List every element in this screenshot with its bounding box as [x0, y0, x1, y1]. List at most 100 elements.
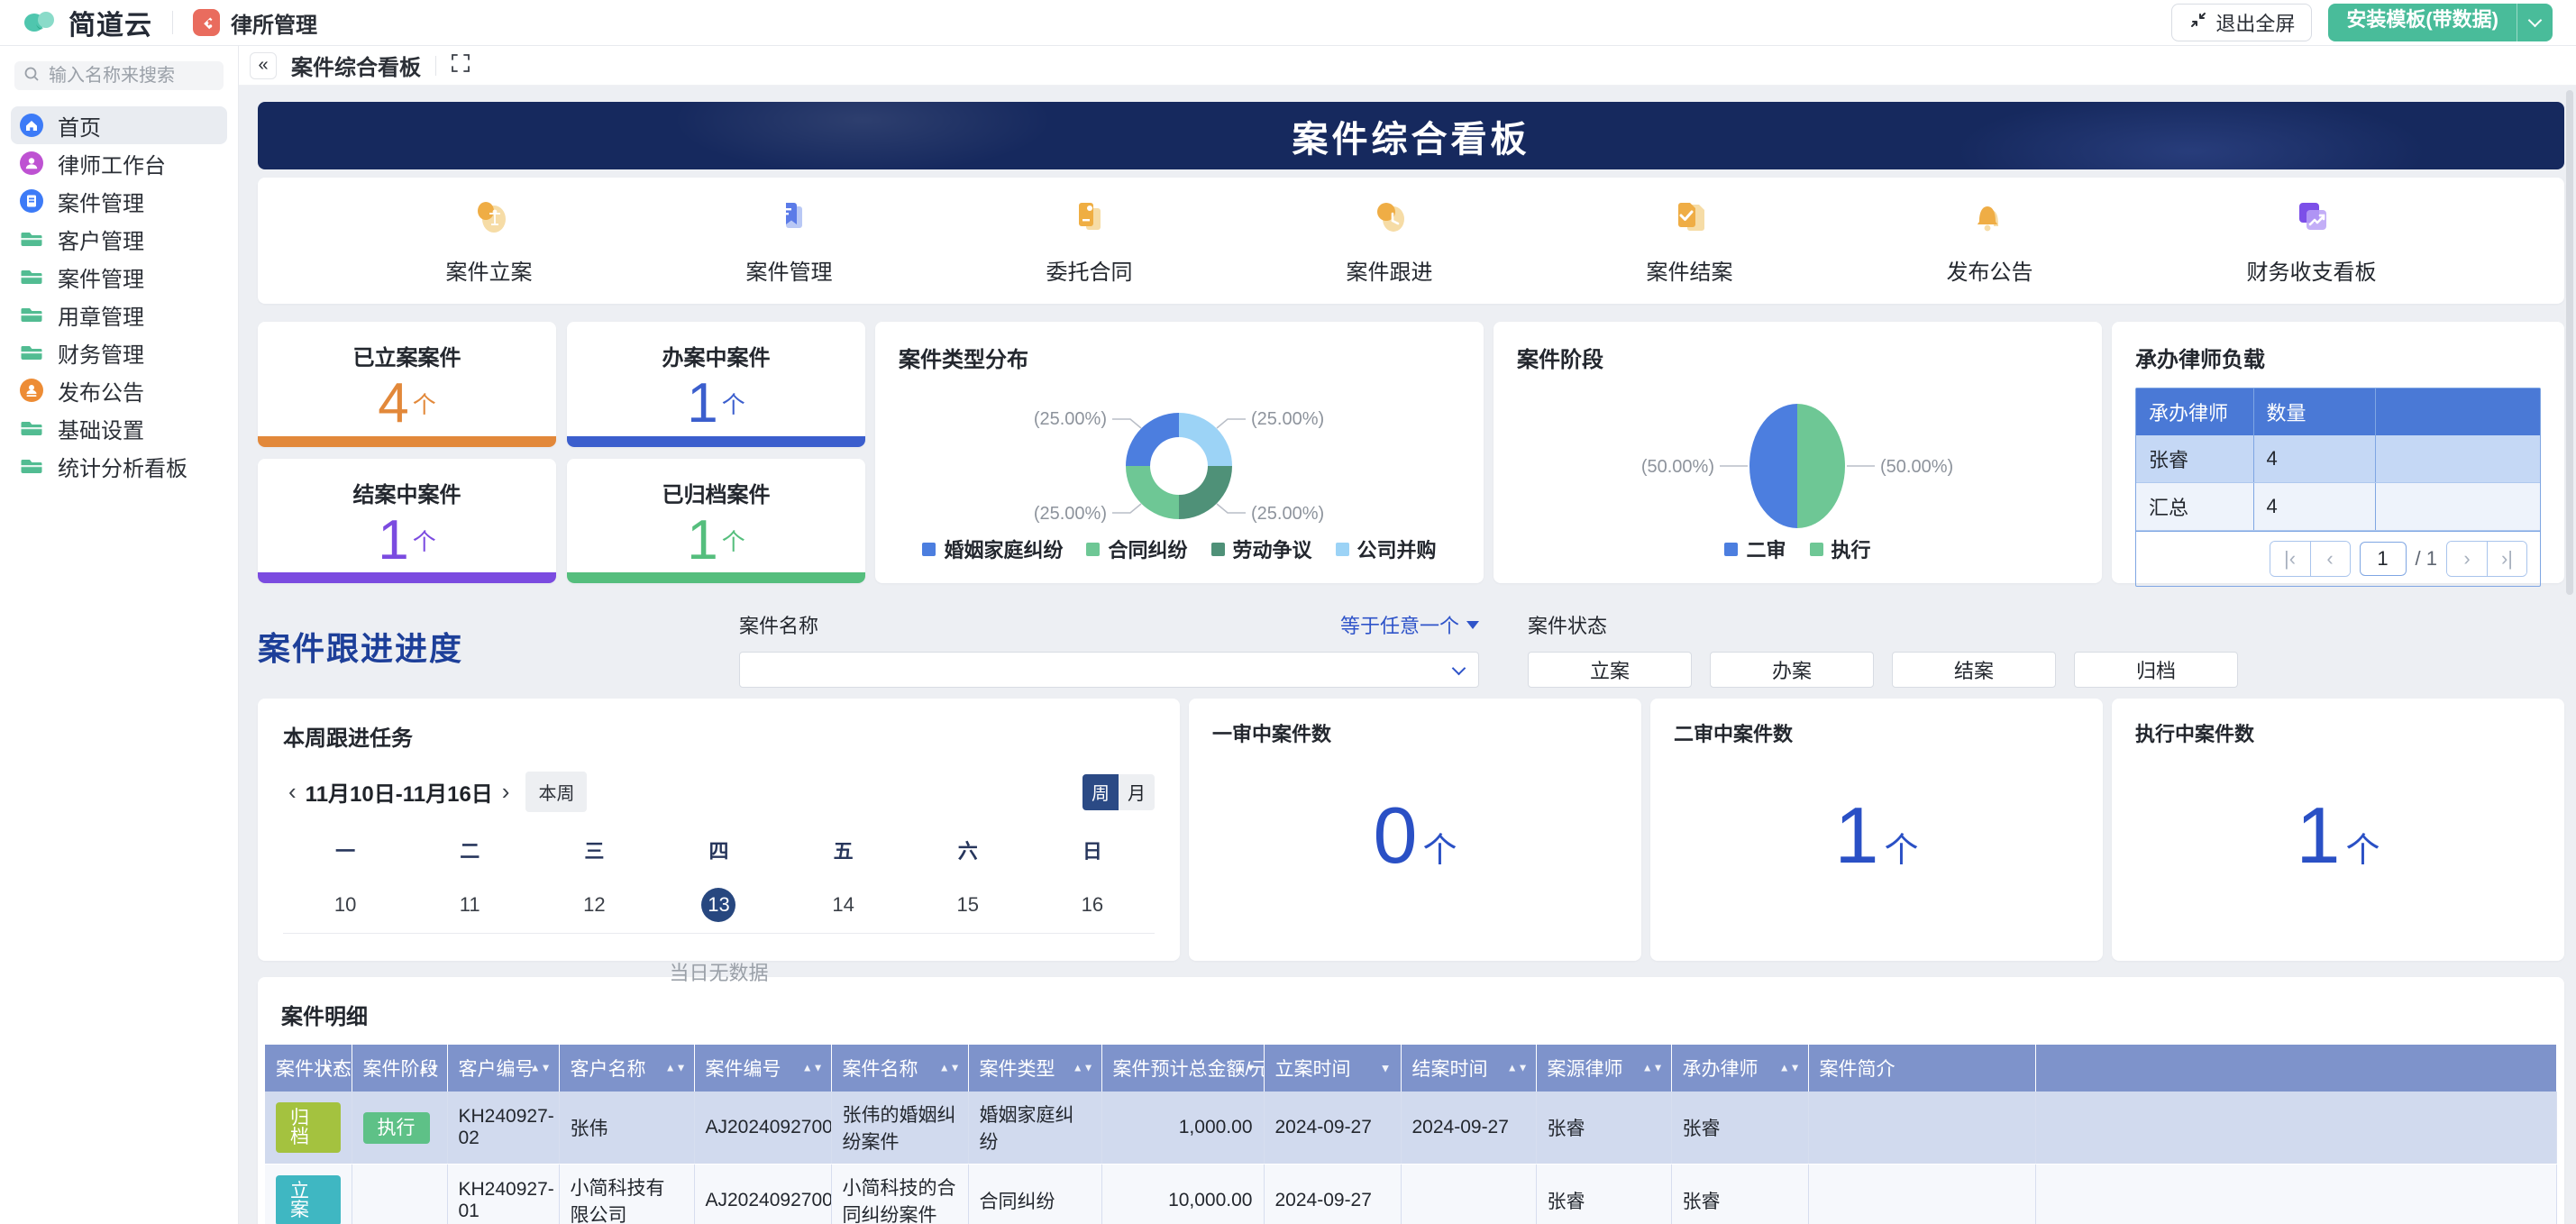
- status-badge: 立案: [276, 1175, 341, 1224]
- column-header-closed-date[interactable]: 结案时间▲▼: [1401, 1045, 1536, 1092]
- column-header-filed-date[interactable]: 立案时间▼: [1264, 1045, 1401, 1092]
- status-button-handling[interactable]: 办案: [1710, 652, 1874, 688]
- status-button-filing[interactable]: 立案: [1528, 652, 1692, 688]
- stat-title: 结案中案件: [353, 477, 461, 508]
- column-header-brief[interactable]: 案件简介: [1808, 1045, 2035, 1092]
- column-header-filler: [2035, 1045, 2557, 1092]
- column-header-source-lawyer[interactable]: 案源律师▲▼: [1536, 1045, 1671, 1092]
- shortcut-finance-dashboard[interactable]: 财务收支看板: [2247, 196, 2377, 286]
- legend-item[interactable]: 婚姻家庭纠纷: [922, 534, 1063, 563]
- table-row[interactable]: 汇总 4: [2136, 483, 2540, 531]
- status-button-archiving[interactable]: 归档: [2074, 652, 2238, 688]
- last-page-button[interactable]: ›|: [2487, 542, 2526, 576]
- table-row[interactable]: 张睿 4: [2136, 435, 2540, 483]
- legend-item[interactable]: 二审: [1724, 534, 1786, 563]
- column-header-case-name[interactable]: 案件名称▲▼: [831, 1045, 968, 1092]
- sort-icon[interactable]: ▲▼: [939, 1064, 961, 1071]
- date-cell[interactable]: 16: [1030, 888, 1155, 922]
- scrollbar[interactable]: [2566, 90, 2573, 595]
- sort-icon[interactable]: ▲▼: [1779, 1064, 1801, 1071]
- column-header-customer[interactable]: 客户名称▲▼: [559, 1045, 694, 1092]
- shortcut-case-closing[interactable]: 案件结案: [1647, 196, 1733, 286]
- prev-page-button[interactable]: ‹: [2310, 542, 2350, 576]
- search-input[interactable]: [49, 66, 215, 87]
- first-page-button[interactable]: |‹: [2270, 542, 2310, 576]
- date-cell-selected[interactable]: 13: [656, 888, 781, 922]
- next-week-button[interactable]: ›: [497, 778, 516, 806]
- sidebar-item-home[interactable]: 首页: [11, 106, 227, 144]
- toggle-month[interactable]: 月: [1119, 774, 1155, 810]
- column-header-stage[interactable]: 案件阶段▲▼: [352, 1045, 447, 1092]
- page-number-input[interactable]: [2360, 542, 2407, 576]
- column-header-amount[interactable]: 案件预计总金额/元▲▼: [1101, 1045, 1264, 1092]
- prev-week-button[interactable]: ‹: [283, 778, 302, 806]
- case-row[interactable]: 归档 执行 KH240927-02 张伟 AJ20240927005 张伟的婚姻…: [265, 1092, 2557, 1165]
- donut-slice-labor-dispute[interactable]: [1179, 466, 1232, 519]
- case-name-select[interactable]: [739, 652, 1479, 688]
- next-page-button[interactable]: ›: [2447, 542, 2487, 576]
- sidebar-item-customer-mgmt[interactable]: 客户管理: [11, 220, 227, 258]
- date-cell[interactable]: 10: [283, 888, 407, 922]
- column-header-customer-no[interactable]: 客户编号▲▼: [447, 1045, 559, 1092]
- this-week-button[interactable]: 本周: [525, 772, 587, 812]
- sort-icon[interactable]: ▲▼: [802, 1064, 824, 1071]
- sort-icon[interactable]: ▲▼: [1507, 1064, 1529, 1071]
- pie-slice-execution[interactable]: [1797, 404, 1845, 528]
- shortcut-case-management[interactable]: 案件管理: [746, 196, 833, 286]
- donut-slice-contract-dispute[interactable]: [1126, 466, 1179, 519]
- exit-fullscreen-button[interactable]: 退出全屏: [2171, 4, 2312, 41]
- column-header[interactable]: 数量: [2253, 388, 2375, 435]
- status-button-closing[interactable]: 结案: [1892, 652, 2056, 688]
- shortcut-label: 案件跟进: [1347, 254, 1433, 286]
- sidebar-item-case-mgmt-app[interactable]: 案件管理: [11, 182, 227, 220]
- sidebar-item-finance-mgmt[interactable]: 财务管理: [11, 333, 227, 371]
- expand-fullscreen-icon[interactable]: [451, 53, 470, 78]
- date-cell[interactable]: 14: [781, 888, 906, 922]
- pie-slice-second-instance[interactable]: [1749, 404, 1797, 528]
- sort-icon[interactable]: ▲▼: [530, 1064, 552, 1071]
- install-dropdown-toggle[interactable]: [2517, 4, 2553, 41]
- column-header[interactable]: 承办律师: [2136, 388, 2253, 435]
- shortcut-case-follow-up[interactable]: 案件跟进: [1347, 196, 1433, 286]
- column-header-status[interactable]: 案件状态▲▼: [265, 1045, 352, 1092]
- sidebar-item-announcement[interactable]: 发布公告: [11, 371, 227, 409]
- date-cell[interactable]: 12: [532, 888, 656, 922]
- sidebar-item-seal-mgmt[interactable]: 用章管理: [11, 296, 227, 333]
- donut-slice-company-ma[interactable]: [1179, 413, 1232, 466]
- toggle-week[interactable]: 周: [1082, 774, 1119, 810]
- donut-slice-marriage-dispute[interactable]: [1126, 413, 1179, 466]
- legend-item[interactable]: 公司并购: [1336, 534, 1437, 563]
- sidebar-item-stats-dashboard[interactable]: 统计分析看板: [11, 447, 227, 485]
- filter-operator[interactable]: 等于任意一个: [1340, 610, 1479, 639]
- sort-icon[interactable]: ▲▼: [665, 1064, 687, 1071]
- legend-item[interactable]: 合同纠纷: [1086, 534, 1187, 563]
- column-header-case-no[interactable]: 案件编号▲▼: [694, 1045, 831, 1092]
- legend-item[interactable]: 执行: [1810, 534, 1871, 563]
- sort-icon[interactable]: ▲▼: [418, 1064, 440, 1071]
- counter-value: 0: [1374, 790, 1418, 881]
- sort-icon[interactable]: ▲▼: [1235, 1064, 1256, 1071]
- column-header-handling-lawyer[interactable]: 承办律师▲▼: [1671, 1045, 1808, 1092]
- column-header-case-type[interactable]: 案件类型▲▼: [968, 1045, 1101, 1092]
- sort-icon[interactable]: ▲▼: [1073, 1064, 1094, 1071]
- shortcut-entrust-contract[interactable]: 委托合同: [1046, 196, 1133, 286]
- jiandaoyun-brand[interactable]: 简道云: [23, 3, 152, 42]
- legend-item[interactable]: 劳动争议: [1211, 534, 1312, 563]
- sort-icon[interactable]: ▲▼: [1642, 1064, 1664, 1071]
- date-cell[interactable]: 15: [906, 888, 1030, 922]
- shortcut-publish-announcement[interactable]: 发布公告: [1947, 196, 2033, 286]
- sidebar-collapse-button[interactable]: «: [250, 52, 277, 79]
- scales-icon: [468, 196, 511, 243]
- install-template-button[interactable]: 安装模板(带数据): [2328, 4, 2553, 41]
- sidebar-item-label: 发布公告: [58, 375, 144, 406]
- sort-desc-icon[interactable]: ▼: [1380, 1062, 1392, 1075]
- case-row[interactable]: 立案 KH240927-01 小简科技有限公司 AJ20240927004 小简…: [265, 1165, 2557, 1224]
- operator-label: 等于任意一个: [1340, 610, 1459, 639]
- sort-icon[interactable]: ▲▼: [323, 1064, 344, 1071]
- shortcut-case-filing[interactable]: 案件立案: [446, 196, 533, 286]
- sidebar-item-case-mgmt-folder[interactable]: 案件管理: [11, 258, 227, 296]
- sidebar-item-lawyer-workbench[interactable]: 律师工作台: [11, 144, 227, 182]
- sidebar-item-basic-settings[interactable]: 基础设置: [11, 409, 227, 447]
- sidebar-search[interactable]: [14, 61, 224, 90]
- date-cell[interactable]: 11: [407, 888, 532, 922]
